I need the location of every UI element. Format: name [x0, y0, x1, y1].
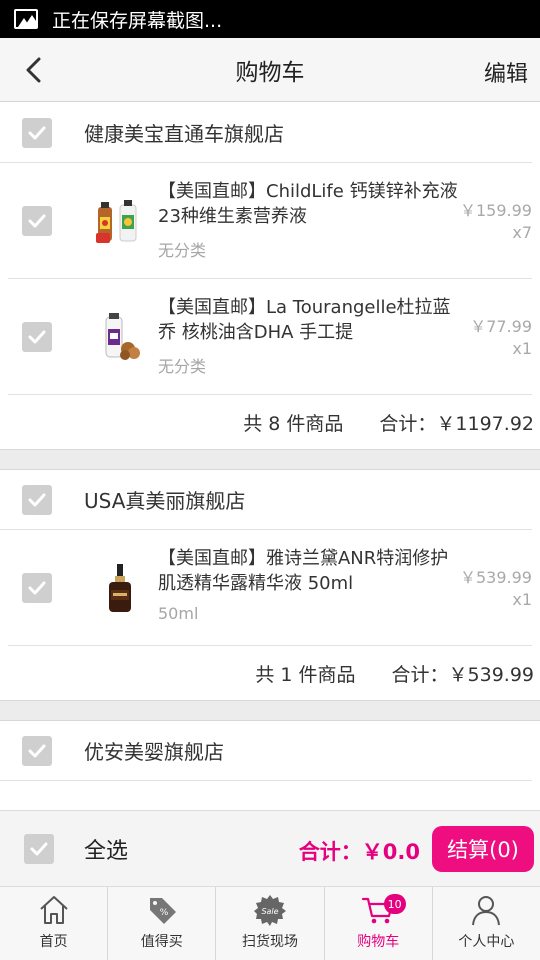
tab-worth-buying[interactable]: % 值得买 [108, 887, 217, 960]
section-divider [0, 450, 540, 470]
cart-count-badge: 10 [383, 894, 406, 914]
check-icon [28, 744, 46, 757]
cart-item[interactable]: 【美国直邮】雅诗兰黛ANR特润修护肌透精华露精华液 50ml 50ml ￥539… [8, 530, 532, 646]
page-title: 购物车 [235, 59, 305, 86]
check-icon [30, 842, 48, 855]
store-checkbox[interactable] [22, 117, 52, 148]
store-name[interactable]: 优安美婴旗舰店 [84, 736, 224, 765]
check-icon [28, 581, 46, 594]
product-price: ￥539.99 [460, 568, 532, 587]
section-divider [0, 701, 540, 721]
check-icon [28, 126, 46, 139]
svg-text:%: % [160, 908, 169, 918]
status-text: 正在保存屏幕截图... [52, 9, 223, 32]
chevron-left-icon [26, 57, 41, 83]
top-bar: 购物车 编辑 [0, 38, 540, 102]
product-title[interactable]: 【美国直邮】La Tourangelle杜拉蓝乔 核桃油含DHA 手工提 [158, 295, 458, 345]
svg-text:Sale: Sale [261, 907, 278, 916]
product-image[interactable] [92, 560, 148, 616]
item-checkbox[interactable] [22, 572, 52, 603]
cart-list[interactable]: 健康美宝直通车旗舰店 【美国直邮】ChildLife 钙镁锌补充液 23种维生素… [0, 103, 540, 810]
tab-label: 个人中心 [458, 934, 515, 950]
store-summary: 共 1 件商品 合计：￥539.99 [0, 646, 540, 700]
tab-profile[interactable]: 个人中心 [433, 887, 540, 960]
product-spec: 无分类 [158, 357, 207, 376]
store-section: USA真美丽旗舰店 【美国直邮】雅诗兰黛ANR特润修护肌透精华露精华液 50ml… [0, 470, 540, 701]
store-section: 优安美婴旗舰店 [0, 721, 540, 781]
product-title[interactable]: 【美国直邮】ChildLife 钙镁锌补充液 23种维生素营养液 [158, 179, 458, 229]
product-quantity: x1 [512, 590, 532, 609]
product-image[interactable] [92, 193, 148, 249]
tab-home[interactable]: 首页 [0, 887, 109, 960]
percent-tag-icon: % [149, 898, 176, 924]
home-icon [39, 896, 68, 924]
checkout-button[interactable]: 结算(0) [432, 826, 534, 872]
checkout-bar: 全选 合计：￥0.0 结算(0) [0, 810, 540, 887]
select-all-checkbox[interactable] [24, 833, 54, 864]
store-subtotal: 合计：￥539.99 [391, 663, 534, 686]
tab-shopping-scene[interactable]: Sale 扫货现场 [216, 887, 325, 960]
store-summary: 共 8 件商品 合计：￥1197.92 [0, 395, 540, 449]
store-name[interactable]: 健康美宝直通车旗舰店 [84, 118, 284, 147]
person-icon [472, 896, 501, 926]
edit-button[interactable]: 编辑 [484, 56, 528, 88]
back-button[interactable] [14, 50, 54, 90]
store-header: 健康美宝直通车旗舰店 [0, 103, 532, 163]
cart-item[interactable]: 【美国直邮】La Tourangelle杜拉蓝乔 核桃油含DHA 手工提 无分类… [8, 279, 532, 395]
bottom-tab-bar: 首页 % 值得买 Sale 扫货现场 10 购物车 个人中心 [0, 887, 540, 960]
store-checkbox[interactable] [22, 735, 52, 766]
tab-label: 首页 [39, 934, 68, 950]
store-header: USA真美丽旗舰店 [0, 470, 532, 530]
tab-label: 扫货现场 [242, 934, 298, 950]
tab-label: 购物车 [357, 934, 400, 950]
tab-cart[interactable]: 10 购物车 [325, 887, 433, 960]
store-header: 优安美婴旗舰店 [0, 721, 532, 781]
product-price: ￥159.99 [460, 201, 532, 220]
cart-item[interactable]: 【美国直邮】ChildLife 钙镁锌补充液 23种维生素营养液 无分类 ￥15… [8, 163, 532, 279]
status-bar: 正在保存屏幕截图... [0, 0, 540, 38]
product-image[interactable] [92, 309, 148, 365]
product-quantity: x7 [512, 223, 532, 242]
product-quantity: x1 [512, 339, 532, 358]
product-title[interactable]: 【美国直邮】雅诗兰黛ANR特润修护肌透精华露精华液 50ml [158, 546, 458, 596]
product-price: ￥77.99 [470, 317, 532, 336]
sale-badge-icon: Sale [254, 895, 286, 926]
tab-label: 值得买 [140, 934, 183, 950]
store-subtotal: 合计：￥1197.92 [379, 412, 534, 435]
store-item-count: 共 8 件商品 [243, 412, 344, 435]
check-icon [28, 214, 46, 227]
product-spec: 无分类 [158, 241, 207, 260]
store-checkbox[interactable] [22, 484, 52, 515]
select-all-label[interactable]: 全选 [84, 833, 128, 865]
item-checkbox[interactable] [22, 205, 52, 236]
screenshot-image-icon [14, 9, 38, 29]
store-section: 健康美宝直通车旗舰店 【美国直邮】ChildLife 钙镁锌补充液 23种维生素… [0, 103, 540, 450]
item-checkbox[interactable] [22, 321, 52, 352]
check-icon [28, 330, 46, 343]
store-item-count: 共 1 件商品 [255, 663, 356, 686]
check-icon [28, 493, 46, 506]
cart-total: 合计：￥0.0 [298, 840, 420, 864]
store-name[interactable]: USA真美丽旗舰店 [84, 485, 245, 514]
product-spec: 50ml [158, 604, 199, 623]
